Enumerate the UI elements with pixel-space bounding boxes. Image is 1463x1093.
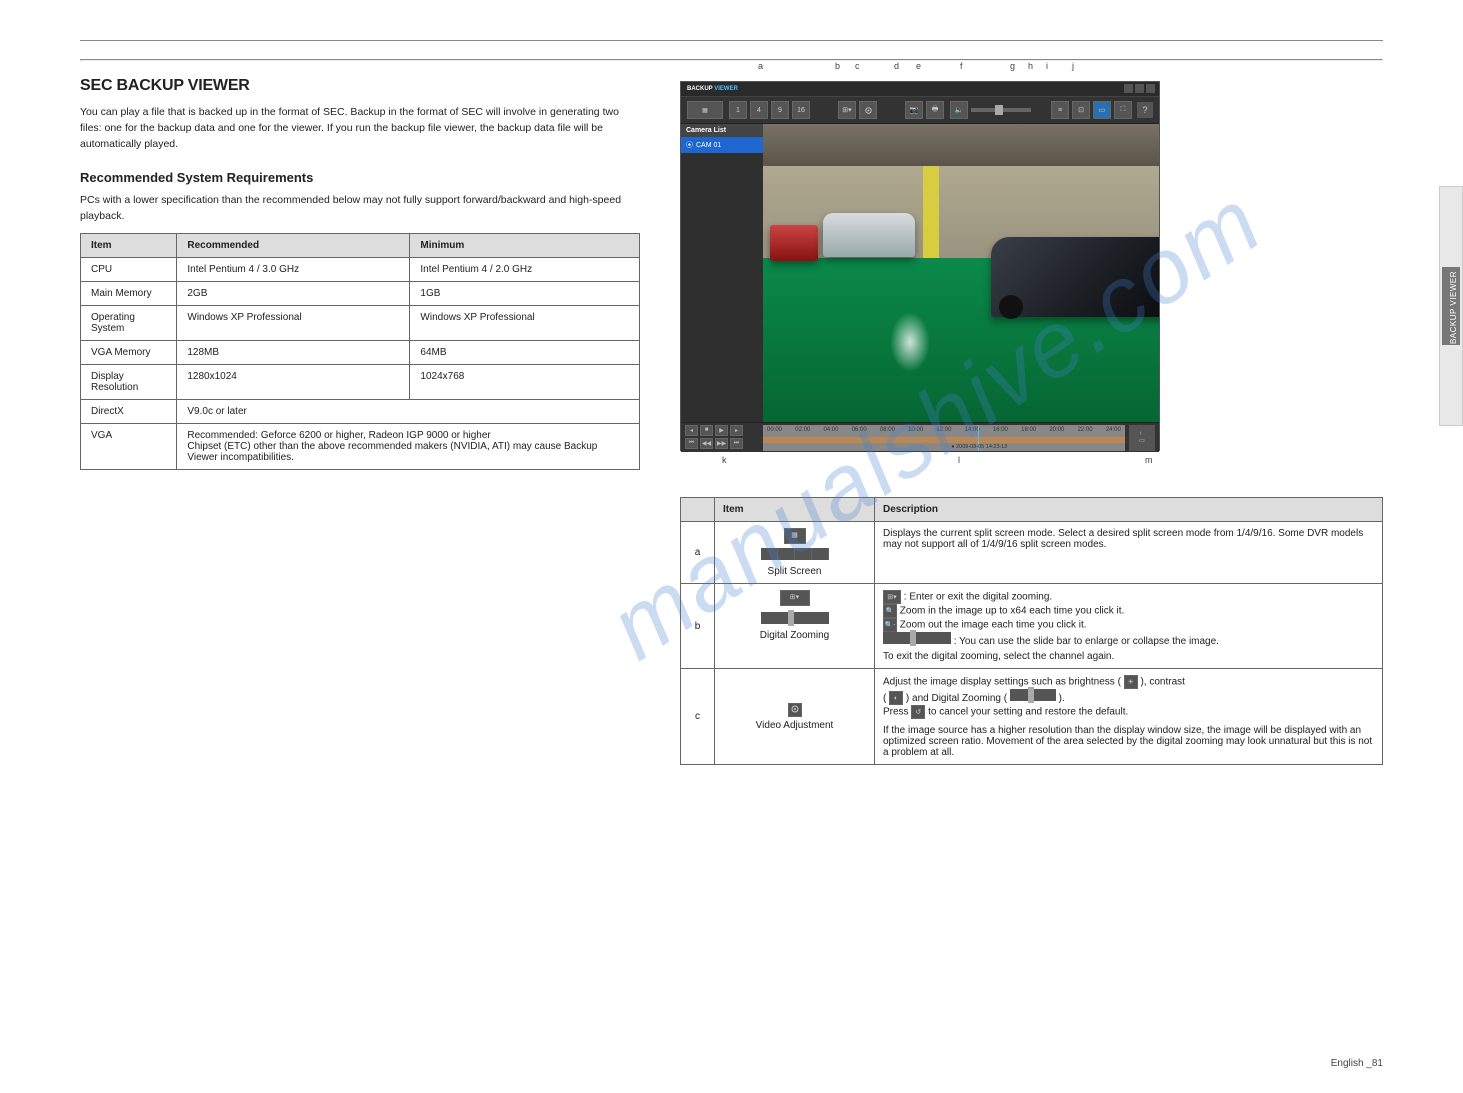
app-window: BACKUP VIEWER ▦ 1 4	[680, 81, 1160, 451]
help-button[interactable]: ?	[1137, 102, 1153, 118]
label-a: a	[758, 61, 763, 71]
titlebar: BACKUP VIEWER	[681, 82, 1159, 96]
table-row: VGA Memory 128MB 64MB	[81, 340, 640, 364]
timeline[interactable]: 00:00 02:00 04:00 06:00 08:00 10:00 12:0…	[763, 425, 1125, 451]
table-row: Display Resolution 1280x1024 1024x768	[81, 364, 640, 399]
playback-bar: ◂ ■ ▶ ▸ ⏮ ◀◀ ▶▶ ⏭	[681, 422, 1159, 452]
requirements-table: Item Recommended Minimum CPU Intel Penti…	[80, 233, 640, 470]
label-h: h	[1028, 61, 1033, 71]
contrast-icon: ◐	[889, 691, 903, 705]
split-mode-indicator[interactable]: ▦	[687, 101, 723, 119]
features-table: Item Description a ▦ Split Screen Displa…	[680, 497, 1383, 765]
split-9-button[interactable]: 9	[771, 101, 789, 119]
label-j: j	[1072, 61, 1074, 71]
playback-controls: ◂ ■ ▶ ▸ ⏮ ◀◀ ▶▶ ⏭	[681, 425, 763, 451]
section-title: SEC BACKUP VIEWER	[80, 77, 640, 95]
osd-button[interactable]: ⊡	[1072, 101, 1090, 119]
play-button[interactable]: ▶	[715, 425, 728, 436]
ffwd-fast-button[interactable]: ⏭	[730, 438, 743, 449]
label-m: m	[1145, 455, 1153, 465]
camera-list-panel: Camera List CAM 01	[681, 124, 763, 422]
open-file-button[interactable]: ↑▭	[1129, 425, 1155, 451]
split-screen-icon: ▦	[784, 528, 806, 544]
deinterlace-button[interactable]: ≡	[1051, 101, 1069, 119]
feat-item-zoom: ⊞▾ Digital Zooming	[715, 584, 875, 669]
label-l: l	[958, 455, 960, 465]
feat-item-video-adj: Video Adjustment	[715, 669, 875, 765]
label-i: i	[1046, 61, 1048, 71]
settings-button[interactable]	[859, 101, 877, 119]
zoom-toggle-button[interactable]: ⊞▾	[838, 101, 856, 119]
fullscreen-button[interactable]: ⛶	[1114, 101, 1132, 119]
table-row: VGA Recommended: Geforce 6200 or higher,…	[81, 423, 640, 469]
camera-list-header: Camera List	[681, 124, 763, 137]
video-area[interactable]	[763, 124, 1159, 422]
table-row: b ⊞▾ Digital Zooming ⊞▾ : Enter or exit …	[681, 584, 1383, 669]
zoom-toggle-icon: ⊞▾	[780, 590, 810, 606]
audio-button[interactable]: 🔈	[950, 101, 968, 119]
rewind-fast-button[interactable]: ⏮	[685, 438, 698, 449]
reset-icon: ↺	[911, 705, 925, 719]
label-c: c	[855, 61, 860, 71]
adjust-slider-icon	[1010, 689, 1056, 701]
sysreq-note: PCs with a lower specification than the …	[80, 193, 640, 225]
gear-icon	[788, 703, 802, 717]
rewind-button[interactable]: ◀◀	[700, 438, 713, 449]
stop-button[interactable]: ■	[700, 425, 713, 436]
section-intro: You can play a file that is backed up in…	[80, 105, 640, 152]
app-title-accent: VIEWER	[714, 86, 738, 92]
page-footer-right: English _81	[1331, 1058, 1383, 1069]
minimize-button[interactable]	[1124, 84, 1133, 93]
sysreq-title: Recommended System Requirements	[80, 170, 640, 185]
label-e: e	[916, 61, 921, 71]
split-4-button[interactable]: 4	[750, 101, 768, 119]
zoom-slider-icon	[761, 612, 829, 624]
label-g: g	[1010, 61, 1015, 71]
snapshot-button[interactable]: 📷	[905, 101, 923, 119]
label-k: k	[722, 455, 727, 465]
label-d: d	[894, 61, 899, 71]
table-row: DirectX V9.0c or later	[81, 399, 640, 423]
split-1-button[interactable]: 1	[729, 101, 747, 119]
table-row: CPU Intel Pentium 4 / 3.0 GHz Intel Pent…	[81, 257, 640, 281]
aspect-button[interactable]: ▭	[1093, 101, 1111, 119]
app-title-prefix: BACKUP	[687, 86, 713, 92]
print-button[interactable]: 🖶	[926, 101, 944, 119]
ffwd-button[interactable]: ▶▶	[715, 438, 728, 449]
camera-list-item[interactable]: CAM 01	[681, 137, 763, 153]
toolbar: ▦ 1 4 9 16 ⊞▾ 📷	[681, 96, 1159, 124]
audio-slider[interactable]	[971, 108, 1031, 112]
step-back-button[interactable]: ◂	[685, 425, 698, 436]
side-tab-label: BACKUP VIEWER	[1449, 271, 1458, 344]
step-fwd-button[interactable]: ▸	[730, 425, 743, 436]
label-f: f	[960, 61, 963, 71]
magnify-plus-icon: 🔍+	[883, 604, 897, 618]
close-button[interactable]	[1146, 84, 1155, 93]
magnify-minus-icon: 🔍-	[883, 618, 897, 632]
feat-item-split: ▦ Split Screen	[715, 522, 875, 584]
side-tab: BACKUP VIEWER	[1439, 186, 1463, 426]
zoom-slider-small-icon	[883, 632, 951, 644]
table-row: Main Memory 2GB 1GB	[81, 281, 640, 305]
brightness-icon: ☀	[1124, 675, 1138, 689]
split-bar-icon	[761, 548, 829, 560]
split-16-button[interactable]: 16	[792, 101, 810, 119]
table-row: Operating System Windows XP Professional…	[81, 305, 640, 340]
zoom-toggle-small-icon: ⊞▾	[883, 590, 901, 604]
table-row: a ▦ Split Screen Displays the current sp…	[681, 522, 1383, 584]
table-row: c Video Adjustment Adjust the image disp…	[681, 669, 1383, 765]
label-b: b	[835, 61, 840, 71]
maximize-button[interactable]	[1135, 84, 1144, 93]
